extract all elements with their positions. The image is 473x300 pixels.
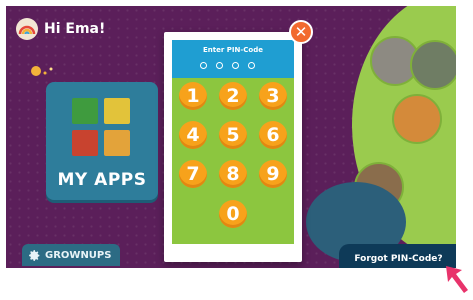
- forgot-pin-button[interactable]: Forgot PIN-Code?: [339, 244, 456, 268]
- app-tile: [104, 130, 130, 156]
- pin-header: Enter PIN-Code: [172, 40, 294, 78]
- key-0[interactable]: 0: [219, 200, 247, 228]
- planet-decoration-icon: [31, 66, 53, 76]
- key-4[interactable]: 4: [179, 121, 207, 149]
- pin-slot: [216, 62, 223, 69]
- pin-slot: [248, 62, 255, 69]
- app-screen: Hi Ema! MY APPS GROWNUPS Enter PIN-Code: [6, 6, 456, 268]
- pin-slot: [200, 62, 207, 69]
- pointer-arrow-icon: [446, 266, 468, 293]
- gear-icon: [29, 249, 40, 261]
- greeting-text: Hi Ema!: [44, 21, 106, 37]
- key-1[interactable]: 1: [179, 82, 207, 110]
- pin-title: Enter PIN-Code: [203, 46, 263, 54]
- close-icon[interactable]: ✕: [289, 20, 313, 44]
- grownups-button[interactable]: GROWNUPS: [22, 244, 120, 266]
- show-thumbnail[interactable]: [410, 40, 456, 90]
- keypad: 1 2 3 4 5 6 7 8 9 0: [172, 78, 294, 244]
- rainbow-avatar-icon: [16, 18, 38, 40]
- pin-indicator: [200, 62, 255, 69]
- pin-code-dialog: Enter PIN-Code 1 2 3 4 5 6 7 8 9 0: [164, 32, 302, 262]
- app-tile: [72, 98, 98, 124]
- key-2[interactable]: 2: [219, 82, 247, 110]
- key-8[interactable]: 8: [219, 160, 247, 188]
- show-thumbnail[interactable]: [392, 94, 442, 144]
- key-7[interactable]: 7: [179, 160, 207, 188]
- key-5[interactable]: 5: [219, 121, 247, 149]
- grownups-label: GROWNUPS: [45, 249, 112, 261]
- key-6[interactable]: 6: [259, 121, 287, 149]
- key-9[interactable]: 9: [259, 160, 287, 188]
- pin-slot: [232, 62, 239, 69]
- key-3[interactable]: 3: [259, 82, 287, 110]
- my-apps-label: MY APPS: [57, 170, 147, 190]
- app-tile: [72, 130, 98, 156]
- app-tile: [104, 98, 130, 124]
- profile-greeting[interactable]: Hi Ema!: [16, 18, 105, 40]
- my-apps-button[interactable]: MY APPS: [46, 82, 158, 200]
